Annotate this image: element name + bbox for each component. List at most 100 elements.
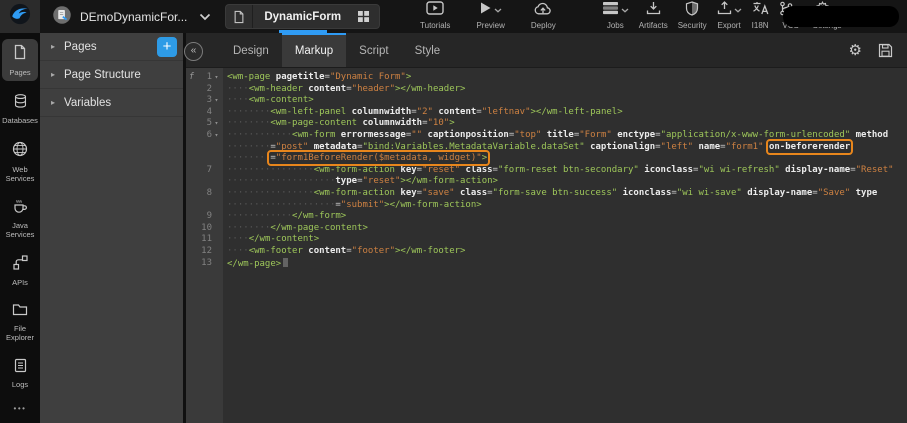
code-token: "Dynamic Form" (330, 72, 406, 82)
gutter-row: f1▾ (186, 72, 223, 84)
toolbar-item-i18n[interactable]: I18N (752, 3, 769, 30)
code-token: <wm-form (292, 130, 335, 140)
line-number: 11 (197, 234, 212, 246)
chevron-down-icon[interactable] (199, 13, 211, 21)
sidebar-item-databases[interactable]: Databases (2, 88, 38, 130)
tab-script[interactable]: Script (346, 33, 401, 67)
wavemaker-logo-tile[interactable] (0, 0, 40, 33)
gutter-row (186, 176, 223, 188)
tab-style[interactable]: Style (402, 33, 454, 67)
code-token: "footer" (352, 246, 395, 256)
globe-icon (12, 141, 28, 162)
fold-marker[interactable]: ▾ (212, 118, 221, 130)
toolbar-item-export[interactable]: Export (717, 3, 742, 30)
play-icon (479, 1, 492, 20)
code-line-row[interactable]: ················<wm-form-action key="sav… (227, 188, 907, 200)
toolbar-item-tutorials[interactable]: Tutorials (420, 3, 450, 30)
code-line-row[interactable]: ················<wm-form-action key="res… (227, 165, 907, 177)
code-line-row[interactable]: <wm-page pagetitle="Dynamic Form"> (227, 72, 907, 84)
line-number: 10 (197, 223, 212, 235)
add-page-button[interactable]: + (157, 37, 177, 57)
toolbar-item-label: I18N (752, 21, 769, 30)
code-line-row[interactable]: ····················type="reset"></wm-fo… (227, 176, 907, 188)
chevron-down-icon[interactable] (621, 8, 629, 13)
nodes-icon (13, 255, 28, 275)
editor-area: « DesignMarkupScriptStyle ⚙ f1▾23▾45▾6▾7… (186, 33, 907, 423)
line-number: 2 (197, 84, 212, 96)
panel-section-pages[interactable]: ▸Pages+ (40, 33, 183, 61)
sidebar-item-web-services[interactable]: Web Services (2, 136, 38, 187)
log-icon (14, 358, 27, 378)
indent-whitespace: ············ (227, 130, 292, 140)
grid-icon[interactable] (355, 10, 379, 23)
code-token: iconclass (617, 188, 671, 198)
chevron-right-icon[interactable]: ▸ (51, 42, 55, 51)
code-token: </wm-content> (249, 234, 319, 244)
toolbar-item-jobs[interactable]: Jobs (602, 3, 629, 30)
code-line-row[interactable]: ········</wm-page-content> (227, 223, 907, 235)
toolbar-item-artifacts[interactable]: Artifacts (639, 3, 668, 30)
code-line-row[interactable]: ········<wm-left-panel columnwidth="2" c… (227, 107, 907, 119)
sidebar-item-file-explorer[interactable]: File Explorer (2, 298, 38, 346)
code-token: type (335, 176, 357, 186)
code-line-row[interactable]: ········="form1BeforeRender($metadata, w… (227, 153, 907, 165)
code-line-row[interactable]: ············<wm-form errormessage="" cap… (227, 130, 907, 142)
page-tab-dynamicform[interactable]: DynamicForm (225, 4, 380, 29)
sidebar-item-apis[interactable]: APIs (2, 250, 38, 291)
sidebar-item-java-services[interactable]: Java Services (2, 194, 38, 244)
fold-marker (212, 165, 221, 177)
tab-design[interactable]: Design (220, 33, 282, 67)
line-number: 9 (197, 211, 212, 223)
more-options-button[interactable]: ••• (14, 404, 27, 413)
collapse-panel-button[interactable]: « (184, 42, 203, 61)
chevron-down-icon[interactable] (494, 8, 502, 13)
code-line-row[interactable]: ····<wm-footer content="footer"></wm-foo… (227, 246, 907, 258)
fold-marker[interactable]: ▾ (212, 130, 221, 142)
code-line-row[interactable]: ····</wm-content> (227, 234, 907, 246)
chevron-right-icon[interactable]: ▸ (51, 98, 55, 107)
cloud-upload-icon (534, 1, 552, 21)
panel-section-variables[interactable]: ▸Variables (40, 89, 183, 117)
toolbar-item-security[interactable]: Security (678, 3, 707, 30)
project-avatar (52, 5, 72, 28)
code-line-row[interactable]: ····<wm-header content="header"></wm-hea… (227, 84, 907, 96)
code-token: > (449, 118, 454, 128)
code-line-row[interactable]: ········="post" metadata="bind:Variables… (227, 142, 907, 154)
sidebar-item-label: Pages (9, 68, 30, 77)
chevron-down-icon[interactable] (734, 8, 742, 13)
toolbar-item-deploy[interactable]: Deploy (531, 3, 556, 30)
sidebar-item-pages[interactable]: Pages (2, 39, 38, 81)
gutter-row: 6▾ (186, 130, 223, 142)
chevron-right-icon[interactable]: ▸ (51, 70, 55, 79)
code-editor[interactable]: f1▾23▾45▾6▾78910111213 <wm-page pagetitl… (186, 68, 907, 423)
code-token: "form1BeforeRender($metadata, widget)" (276, 153, 482, 163)
line-number: 5 (197, 118, 212, 130)
code-line-row[interactable]: ············</wm-form> (227, 211, 907, 223)
code-token: display-name (742, 188, 812, 198)
markup-code[interactable]: <wm-page pagetitle="Dynamic Form">····<w… (223, 68, 907, 423)
panel-section-page-structure[interactable]: ▸Page Structure (40, 61, 183, 89)
fold-marker[interactable]: ▾ (212, 95, 221, 107)
fold-marker (212, 107, 221, 119)
toolbar-item-preview[interactable]: Preview (476, 3, 504, 30)
sidebar-item-label: Databases (2, 116, 38, 125)
code-token: "" (411, 130, 422, 140)
code-line-row[interactable]: </wm-page> (227, 258, 907, 270)
editor-settings-gear-icon[interactable]: ⚙ (849, 43, 862, 58)
code-line-row[interactable]: ····<wm-content> (227, 95, 907, 107)
tab-markup[interactable]: Markup (282, 33, 346, 67)
code-token: ></wm-left-panel> (531, 107, 623, 117)
fold-marker[interactable]: ▾ (212, 72, 221, 84)
gutter-row: 8 (186, 188, 223, 200)
gutter-row: 9 (186, 211, 223, 223)
project-selector[interactable]: DEmoDynamicFor... (52, 5, 211, 28)
sidebar-item-logs[interactable]: Logs (2, 353, 38, 394)
save-icon[interactable] (878, 43, 893, 58)
code-token: "form-reset btn-secondary" (498, 165, 639, 175)
user-area-pill[interactable] (783, 6, 899, 27)
indent-whitespace: ···· (227, 84, 249, 94)
code-token: "wi wi-refresh" (698, 165, 779, 175)
code-token: method (850, 130, 888, 140)
code-line-row[interactable]: ····················="submit"></wm-form-… (227, 200, 907, 212)
code-line-row[interactable]: ········<wm-page-content columnwidth="10… (227, 118, 907, 130)
